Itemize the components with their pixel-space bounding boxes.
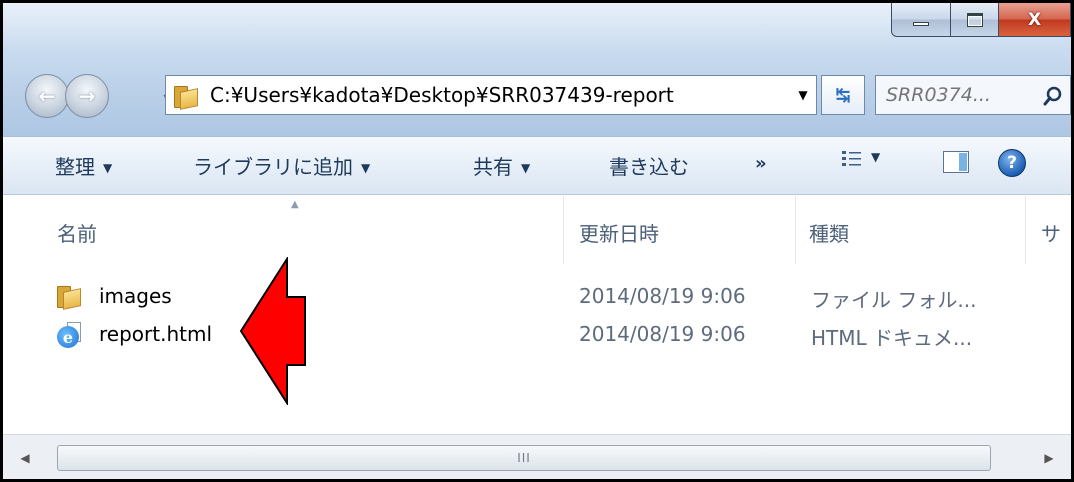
scroll-left-button[interactable]: ◀: [7, 445, 43, 471]
share-button[interactable]: 共有 ▼: [473, 151, 530, 180]
change-view-button[interactable]: ▼: [841, 149, 880, 169]
column-divider[interactable]: [1025, 196, 1026, 264]
scroll-right-button[interactable]: ▶: [1031, 445, 1067, 471]
navigation-buttons: ← → ▾: [25, 74, 177, 118]
chevron-down-icon: ▼: [361, 161, 371, 175]
file-row-images[interactable]: images 2014/08/19 9:06 ファイル フォル...: [3, 280, 1071, 314]
close-icon: X: [1027, 9, 1042, 30]
column-divider[interactable]: [563, 196, 564, 264]
burn-button[interactable]: 書き込む: [609, 151, 689, 180]
burn-label: 書き込む: [609, 155, 689, 179]
chevron-down-icon: ▼: [521, 161, 531, 175]
column-header-name[interactable]: 名前: [57, 218, 97, 247]
close-button[interactable]: X: [999, 3, 1071, 37]
file-type: HTML ドキュメ...: [811, 326, 973, 350]
maximize-icon: [966, 12, 983, 27]
file-date: 2014/08/19 9:06: [579, 322, 746, 346]
help-button[interactable]: ?: [998, 149, 1026, 177]
address-bar[interactable]: C:¥Users¥kadota¥Desktop¥SRR037439-report…: [165, 75, 817, 115]
file-list: images 2014/08/19 9:06 ファイル フォル... e rep…: [3, 264, 1071, 434]
organize-button[interactable]: 整理 ▼: [55, 151, 112, 180]
horizontal-scrollbar[interactable]: ◀ III ▶: [3, 434, 1071, 479]
minimize-icon: [913, 21, 929, 26]
sort-ascending-icon: ▲: [291, 199, 299, 210]
column-headers: ▲ 名前 更新日時 種類 サ: [3, 196, 1071, 264]
red-pointer-arrow: [239, 257, 306, 405]
column-header-date-modified[interactable]: 更新日時: [579, 218, 659, 247]
back-button[interactable]: ←: [25, 74, 69, 118]
share-label: 共有: [473, 155, 513, 179]
ie-html-icon: e: [57, 322, 83, 348]
search-input[interactable]: [886, 84, 1034, 106]
caption-buttons: X: [891, 3, 1071, 37]
scroll-grip-icon: III: [517, 451, 531, 465]
file-type: ファイル フォル...: [811, 288, 977, 312]
chevron-down-icon: ▼: [871, 150, 881, 164]
refresh-icon: ↹: [835, 84, 851, 106]
file-name: report.html: [99, 322, 212, 346]
folder-icon: [174, 84, 200, 110]
title-area: X ← → ▾ C:¥Users¥kadota¥Desktop¥SRR03743…: [3, 3, 1071, 136]
address-path[interactable]: C:¥Users¥kadota¥Desktop¥SRR037439-report: [210, 83, 790, 107]
file-name: images: [99, 284, 172, 308]
search-box[interactable]: [875, 75, 1071, 115]
column-header-size[interactable]: サ: [1041, 218, 1061, 247]
forward-arrow-icon: →: [78, 84, 96, 108]
file-row-report-html[interactable]: e report.html 2014/08/19 9:06 HTML ドキュメ.…: [3, 318, 1071, 352]
search-icon[interactable]: [1042, 85, 1064, 107]
view-list-icon: [842, 151, 861, 166]
preview-pane-button[interactable]: [943, 151, 969, 173]
forward-button[interactable]: →: [65, 74, 109, 118]
chevron-down-icon: ▼: [103, 161, 113, 175]
more-commands-button[interactable]: »: [755, 153, 767, 174]
refresh-button[interactable]: ↹: [821, 75, 865, 115]
maximize-button[interactable]: [951, 3, 999, 37]
address-dropdown-icon[interactable]: ▼: [790, 76, 816, 114]
minimize-button[interactable]: [891, 3, 951, 37]
command-bar: 整理 ▼ ライブラリに追加 ▼ 共有 ▼ 書き込む » ▼ ?: [3, 136, 1071, 195]
file-date: 2014/08/19 9:06: [579, 284, 746, 308]
add-to-library-label: ライブラリに追加: [193, 155, 353, 179]
add-to-library-button[interactable]: ライブラリに追加 ▼: [193, 151, 370, 180]
scroll-thumb[interactable]: III: [57, 445, 991, 471]
folder-icon: [57, 284, 83, 310]
explorer-window: X ← → ▾ C:¥Users¥kadota¥Desktop¥SRR03743…: [0, 0, 1074, 482]
back-arrow-icon: ←: [38, 84, 56, 108]
column-divider[interactable]: [795, 196, 796, 264]
column-header-type[interactable]: 種類: [809, 218, 849, 247]
organize-label: 整理: [55, 155, 95, 179]
